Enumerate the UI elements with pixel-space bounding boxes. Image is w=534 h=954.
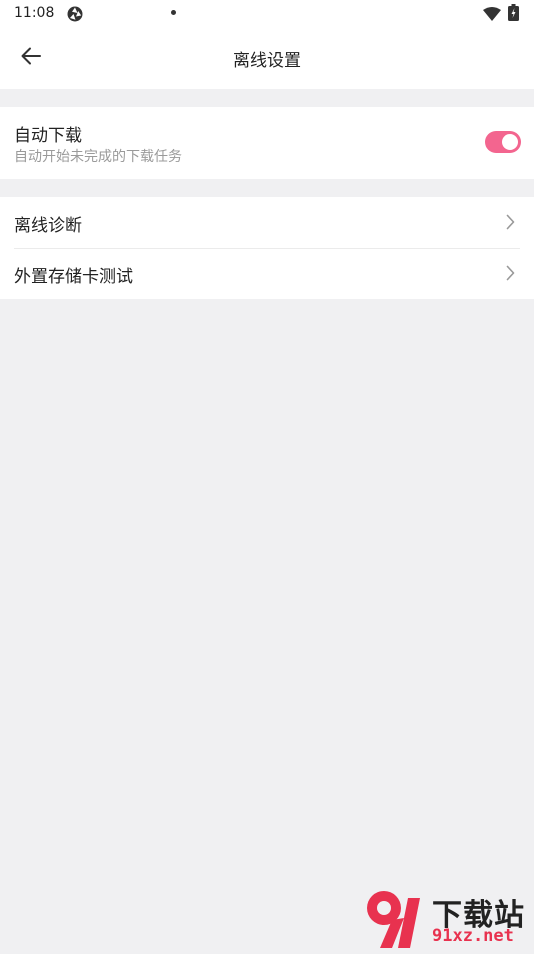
page-title: 离线设置 bbox=[233, 51, 301, 71]
notification-dot-icon bbox=[171, 10, 176, 15]
wifi-icon bbox=[483, 6, 501, 25]
auto-download-toggle[interactable] bbox=[485, 131, 521, 153]
status-time: 11:08 bbox=[14, 5, 55, 21]
watermark: 下载站 91xz.net bbox=[362, 888, 534, 950]
app-bar: 离线设置 bbox=[0, 28, 534, 89]
watermark-url: 91xz.net bbox=[432, 926, 514, 946]
watermark-logo bbox=[362, 888, 430, 954]
menu-item-sdcard-test[interactable]: 外置存储卡测试 bbox=[0, 248, 534, 299]
aperture-icon bbox=[66, 5, 84, 27]
menu-item-label: 外置存储卡测试 bbox=[14, 267, 133, 287]
toggle-knob bbox=[502, 134, 518, 150]
chevron-right-icon bbox=[506, 214, 515, 234]
auto-download-card: 自动下载 自动开始未完成的下载任务 bbox=[0, 107, 534, 179]
menu-item-offline-diagnosis[interactable]: 离线诊断 bbox=[0, 197, 534, 249]
menu-item-label: 离线诊断 bbox=[14, 216, 82, 236]
battery-icon bbox=[508, 4, 519, 25]
auto-download-subtitle: 自动开始未完成的下载任务 bbox=[14, 149, 182, 165]
chevron-right-icon bbox=[506, 265, 515, 285]
auto-download-title: 自动下载 bbox=[14, 126, 82, 146]
menu-list: 离线诊断 外置存储卡测试 bbox=[0, 197, 534, 299]
status-bar: 11:08 bbox=[0, 0, 534, 28]
